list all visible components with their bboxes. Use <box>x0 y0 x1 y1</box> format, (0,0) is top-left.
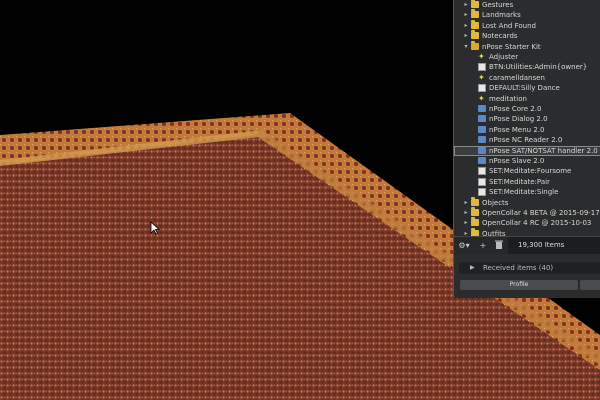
profile-button[interactable]: Profile <box>460 280 578 290</box>
inventory-item[interactable]: DEFAULT:Silly Dance <box>454 83 600 93</box>
collapse-arrow-icon[interactable]: ▾ <box>463 42 469 52</box>
expand-arrow-icon[interactable]: ▸ <box>463 208 469 218</box>
item-label: nPose SAT/NOTSAT handler 2.0 <box>489 147 598 155</box>
expand-arrow-icon: ▶ <box>470 264 475 271</box>
folder-icon <box>471 0 479 8</box>
inventory-toolbar: ⚙▾ + 19,300 Items <box>454 236 600 254</box>
item-label: nPose NC Reader 2.0 <box>489 136 563 144</box>
animation-icon: ✦ <box>478 73 485 82</box>
animation-icon: ✦ <box>478 94 485 103</box>
inventory-tree[interactable]: ▸ Gestures ▸ Landmarks ▸ Lost And Found ▸ Notec… <box>454 0 600 236</box>
script-icon <box>478 136 486 143</box>
notecard-icon <box>478 178 486 186</box>
inventory-item[interactable]: BTN:Utilities:Admin{owner} <box>454 62 600 72</box>
trash-icon[interactable] <box>494 240 504 251</box>
expand-arrow-icon[interactable]: ▸ <box>463 10 469 20</box>
script-icon <box>478 157 486 164</box>
item-label: nPose Slave 2.0 <box>489 157 545 165</box>
inventory-item[interactable]: ✦ Adjuster <box>454 52 600 62</box>
inventory-folder[interactable]: ▸ Lost And Found <box>454 20 600 31</box>
inventory-item[interactable]: nPose Dialog 2.0 <box>454 114 600 124</box>
inventory-folder[interactable]: ▸ Notecards <box>454 30 600 41</box>
notecard-icon <box>478 84 486 92</box>
item-label: nPose Dialog 2.0 <box>489 115 548 123</box>
mouse-cursor <box>150 221 160 235</box>
folder-icon <box>471 217 479 226</box>
item-label: nPose Menu 2.0 <box>489 126 545 134</box>
inventory-item[interactable]: SET:Meditate:Foursome <box>454 166 600 176</box>
item-label: OpenCollar 4 RC @ 2015-10-03 <box>482 219 592 227</box>
inventory-panel: ▸ Gestures ▸ Landmarks ▸ Lost And Found ▸ Notec… <box>453 0 600 298</box>
folder-icon <box>471 197 479 206</box>
inventory-folder[interactable]: ▸ Landmarks <box>454 9 600 20</box>
item-label: Lost And Found <box>482 22 536 30</box>
inventory-folder[interactable]: ▸ OpenCollar 4 RC @ 2015-10-03 <box>454 217 600 228</box>
inventory-item[interactable]: ✦ caramelldansen <box>454 73 600 83</box>
inventory-folder[interactable]: ▾ nPose Starter Kit <box>454 41 600 52</box>
item-label: OpenCollar 4 BETA @ 2015-09-17 <box>482 209 600 217</box>
more-button[interactable] <box>580 280 600 290</box>
item-label: caramelldansen <box>489 74 545 82</box>
gear-icon[interactable]: ⚙▾ <box>458 240 470 251</box>
folder-icon <box>471 9 479 18</box>
item-label: Gestures <box>482 1 514 9</box>
inventory-item[interactable]: nPose NC Reader 2.0 <box>454 135 600 145</box>
inventory-item[interactable]: SET:Meditate:Single <box>454 187 600 197</box>
item-label: nPose Starter Kit <box>482 43 541 51</box>
inventory-folder[interactable]: ▸ OpenCollar 4 BETA @ 2015-09-17 <box>454 207 600 218</box>
inventory-folder[interactable]: ▸ Objects <box>454 197 600 208</box>
inventory-item[interactable]: nPose Slave 2.0 <box>454 156 600 166</box>
item-label: Outfits <box>482 230 506 236</box>
inventory-item[interactable]: nPose SAT/NOTSAT handler 2.0 <box>454 146 600 156</box>
inventory-item[interactable]: nPose Menu 2.0 <box>454 125 600 135</box>
notecard-icon <box>478 188 486 196</box>
inventory-folder[interactable]: ▸ Gestures <box>454 0 600 10</box>
script-icon <box>478 147 486 154</box>
inventory-item[interactable]: SET:Meditate:Pair <box>454 177 600 187</box>
received-items-label: Received items (40) <box>483 264 554 272</box>
animation-icon: ✦ <box>478 52 485 61</box>
expand-arrow-icon[interactable]: ▸ <box>463 218 469 228</box>
inventory-folder[interactable]: ▸ Outfits <box>454 228 600 236</box>
expand-arrow-icon[interactable]: ▸ <box>463 198 469 208</box>
expand-arrow-icon[interactable]: ▸ <box>463 31 469 41</box>
item-label: BTN:Utilities:Admin{owner} <box>489 63 588 71</box>
folder-icon <box>471 30 479 39</box>
item-label: DEFAULT:Silly Dance <box>489 84 560 92</box>
item-count: 19,300 Items <box>508 237 600 254</box>
folder-icon <box>471 207 479 216</box>
folder-icon <box>471 41 479 50</box>
item-label: Landmarks <box>482 11 521 19</box>
notecard-icon <box>478 167 486 175</box>
item-label: SET:Meditate:Pair <box>489 178 550 186</box>
item-label: SET:Meditate:Foursome <box>489 167 572 175</box>
expand-arrow-icon[interactable]: ▸ <box>463 0 469 10</box>
item-label: Adjuster <box>489 53 519 61</box>
item-label: nPose Core 2.0 <box>489 105 542 113</box>
received-items-header[interactable]: ▶ Received items (40) <box>459 262 600 274</box>
folder-icon <box>471 20 479 29</box>
item-label: meditation <box>489 95 527 103</box>
item-label: Notecards <box>482 32 518 40</box>
add-icon[interactable]: + <box>478 240 488 251</box>
script-icon <box>478 126 486 133</box>
notecard-icon <box>478 63 486 71</box>
script-icon <box>478 105 486 112</box>
inventory-item[interactable]: nPose Core 2.0 <box>454 104 600 114</box>
item-label: Objects <box>482 199 509 207</box>
item-label: SET:Meditate:Single <box>489 188 559 196</box>
inventory-item[interactable]: ✦ meditation <box>454 94 600 104</box>
script-icon <box>478 115 486 122</box>
expand-arrow-icon[interactable]: ▸ <box>463 229 469 236</box>
expand-arrow-icon[interactable]: ▸ <box>463 21 469 31</box>
